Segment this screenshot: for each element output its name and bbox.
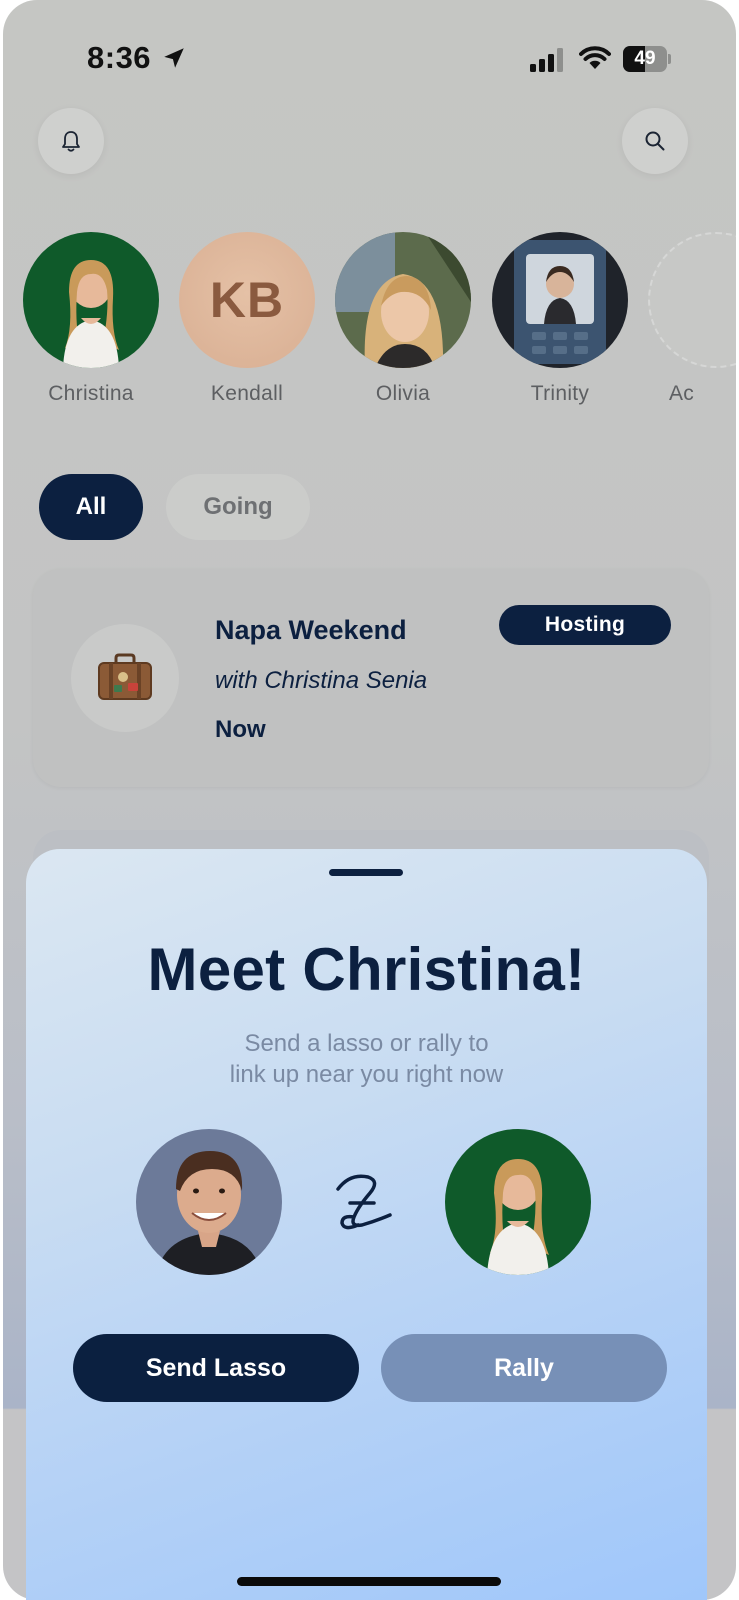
lasso-logo-icon (336, 1174, 392, 1230)
home-indicator[interactable] (237, 1577, 501, 1586)
battery-indicator: 49 (623, 46, 671, 72)
story-add[interactable]: Ac (648, 232, 736, 406)
filter-all[interactable]: All (39, 474, 143, 540)
avatar (492, 232, 628, 368)
suitcase-icon (98, 653, 152, 700)
story-name: Christina (48, 382, 134, 405)
story-trinity[interactable]: Trinity (492, 232, 628, 406)
event-title: Napa Weekend (215, 615, 407, 645)
filter-going[interactable]: Going (166, 474, 310, 540)
hosting-badge: Hosting (499, 605, 671, 645)
meet-bottom-sheet: Meet Christina! Send a lasso or rally to… (26, 849, 707, 1600)
christina-avatar (445, 1129, 591, 1275)
rally-button[interactable]: Rally (381, 1334, 667, 1402)
notifications-button[interactable] (38, 108, 104, 174)
sheet-grabber[interactable] (329, 869, 403, 876)
cellular-signal-icon (530, 48, 563, 72)
avatar (335, 232, 471, 368)
sheet-title: Meet Christina! (147, 936, 586, 1003)
status-time: 8:36 (87, 40, 152, 75)
event-icon (71, 624, 179, 732)
my-avatar (136, 1129, 282, 1275)
battery-percent: 49 (634, 48, 656, 69)
story-name: Kendall (210, 382, 284, 405)
event-time: Now (215, 716, 266, 743)
sheet-subtitle: Send a lasso or rally to link up near yo… (26, 1028, 707, 1090)
bell-icon (62, 131, 80, 152)
add-avatar-placeholder (648, 232, 736, 368)
sheet-subtitle-line: link up near you right now (229, 1061, 504, 1088)
event-card[interactable]: Napa Weekend with Christina Senia Now Ho… (33, 569, 709, 787)
send-lasso-button[interactable]: Send Lasso (73, 1334, 359, 1402)
story-name: Olivia (375, 382, 431, 405)
story-kendall[interactable]: KB Kendall (179, 232, 315, 406)
story-olivia[interactable]: Olivia (335, 232, 471, 406)
story-name: Trinity (530, 382, 590, 405)
avatar (23, 232, 159, 368)
event-host: with Christina Senia (215, 667, 428, 694)
search-button[interactable] (622, 108, 688, 174)
wifi-icon (579, 46, 611, 69)
location-arrow-icon (164, 48, 184, 68)
search-icon (645, 131, 665, 151)
story-name: Ac (669, 382, 695, 405)
story-christina[interactable]: Christina (23, 232, 159, 406)
sheet-subtitle-line: Send a lasso or rally to (244, 1030, 489, 1057)
avatar-initials: KB (179, 232, 315, 368)
